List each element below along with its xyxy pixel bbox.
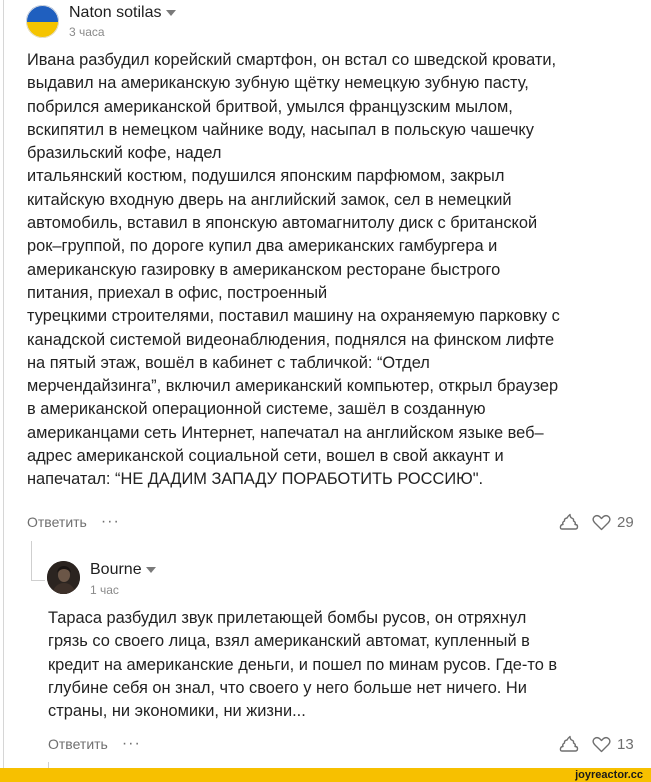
reply-button[interactable]: Ответить xyxy=(48,736,108,752)
comment-time: 1 час xyxy=(90,583,119,597)
comment-actions: Ответить ··· xyxy=(27,513,120,531)
avatar[interactable] xyxy=(47,561,80,594)
author-name[interactable]: Naton sotilas xyxy=(69,4,162,22)
poop-icon[interactable] xyxy=(559,735,579,753)
site-watermark[interactable]: joyreactor.cc xyxy=(575,769,643,781)
reply-button[interactable]: Ответить xyxy=(27,514,87,530)
chevron-down-icon[interactable] xyxy=(165,10,176,16)
ukraine-flag-avatar-icon xyxy=(26,5,59,38)
comment-text: Ивана разбудил корейский смартфон, он вс… xyxy=(27,51,560,489)
author-name[interactable]: Bourne xyxy=(90,561,142,579)
like-count: 13 xyxy=(617,735,634,753)
more-options-icon[interactable]: ··· xyxy=(101,513,120,531)
comment-author[interactable]: Naton sotilas xyxy=(69,4,176,22)
comment-reactions: 13 xyxy=(559,735,634,753)
comment-reactions: 29 xyxy=(559,513,634,531)
avatar[interactable] xyxy=(26,5,59,38)
comment-time: 3 часа xyxy=(69,25,105,39)
poop-icon[interactable] xyxy=(559,513,579,531)
thread-line-main xyxy=(3,0,4,782)
user-photo-avatar-icon xyxy=(47,561,80,594)
comment-author[interactable]: Bourne xyxy=(90,561,156,579)
heart-icon[interactable] xyxy=(592,736,611,753)
comment-text: Тараса разбудил звук прилетающей бомбы р… xyxy=(48,609,558,721)
footer-bar: joyreactor.cc xyxy=(0,768,651,782)
thread-line-reply-branch xyxy=(31,580,45,581)
chevron-down-icon[interactable] xyxy=(145,567,156,573)
more-options-icon[interactable]: ··· xyxy=(122,735,141,753)
heart-icon[interactable] xyxy=(592,514,611,531)
thread-line-reply-connector xyxy=(31,541,32,581)
like-count: 29 xyxy=(617,513,634,531)
comment-actions: Ответить ··· xyxy=(48,735,141,753)
